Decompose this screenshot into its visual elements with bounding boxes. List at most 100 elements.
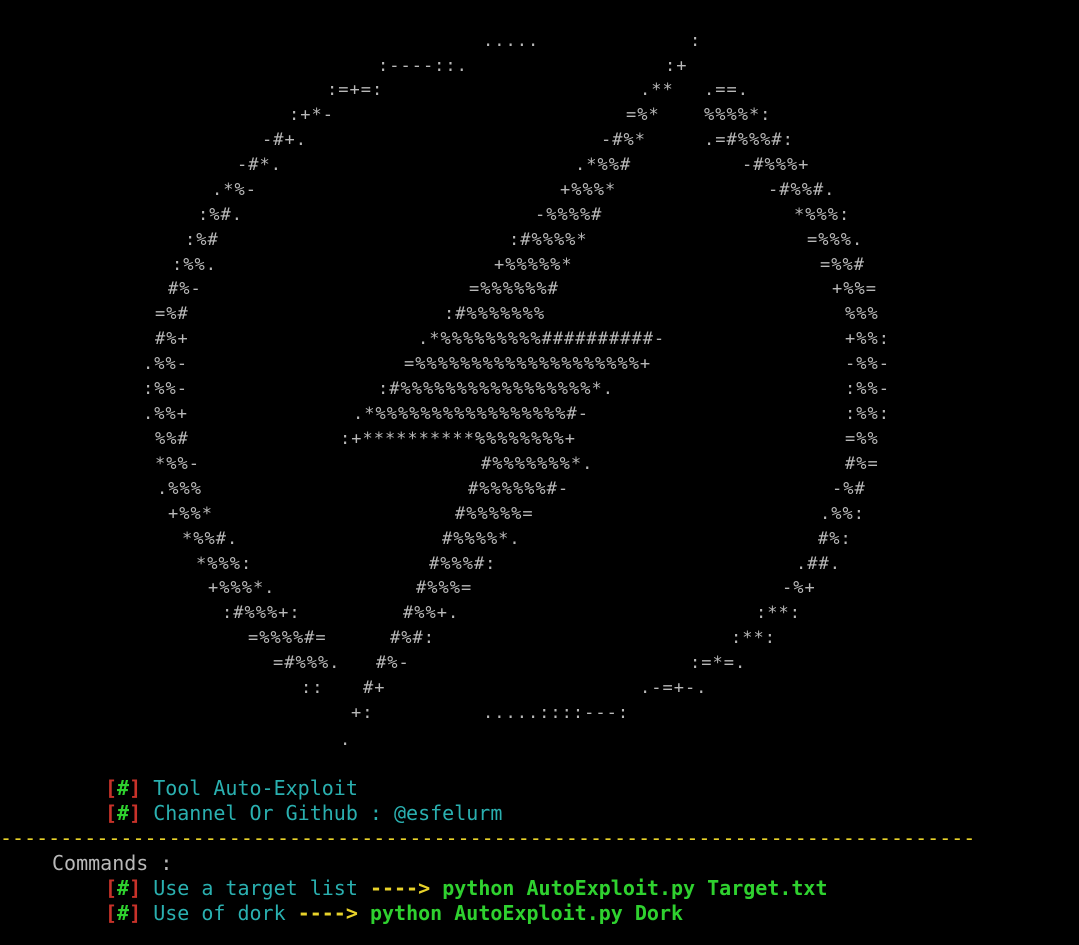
ascii-art-line: %%# [155,429,189,449]
ascii-art-line: :: [301,678,324,698]
ascii-art-line: #%- [376,653,410,673]
ascii-art-line: *%%- [155,454,200,474]
ascii-art-line: *%%%: [196,554,253,574]
info-text: Tool Auto-Exploit [153,776,358,800]
ascii-art-line: .-=+-. [640,678,708,698]
bracket-close: ] [129,776,142,800]
ascii-art-line: #+ [363,678,386,698]
command-row: [#] Use a target list ----> python AutoE… [105,876,828,900]
ascii-art-line: .%%: [820,504,865,524]
ascii-art-line: +%%%*. [208,578,276,598]
ascii-art-line: :+ [665,56,688,76]
ascii-art-line: %%%%*: [704,105,772,125]
ascii-art-line: #%%%= [416,578,473,598]
command-arrow: ----> [297,901,358,925]
bracket-open: [ [105,876,118,900]
ascii-art-line: :#%%%%%%% [444,304,546,324]
ascii-art-line: :=+=: [327,80,384,100]
ascii-art-line: *%%%: [794,205,851,225]
ascii-art-line: -#%%#. [768,180,836,200]
ascii-art-line: :%%: [845,404,890,424]
bracket-open: [ [105,801,118,825]
ascii-art-line: =%%%%#= [248,628,327,648]
command-row: [#] Use of dork ----> python AutoExploit… [105,901,683,925]
command-text: python AutoExploit.py Dork [369,901,684,925]
ascii-art-line: =%%%. [807,230,864,250]
info-line-tool: [#] Tool Auto-Exploit [105,776,358,800]
bracket-open: [ [105,776,118,800]
ascii-art-line: :#%%%%* [509,230,588,250]
terminal-window: ..... : :----::. :+ :=+=: .** .==. :+*- … [0,0,1079,945]
ascii-art-line: -%%- [845,354,890,374]
ascii-art-line: : [690,31,702,51]
ascii-art-line: +%%* [168,504,213,524]
bracket-close: ] [129,801,142,825]
command-label: Use a target list [153,876,358,900]
ascii-art-line: =%%%%%%# [469,279,559,299]
ascii-art-line: ..... [483,31,540,51]
ascii-art-line: :----::. [378,56,468,76]
ascii-art-line: -#+. [262,130,307,150]
ascii-art-line: #%+ [155,329,189,349]
ascii-art-line: #%%%%*. [442,529,521,549]
ascii-art-line: :%#. [198,205,243,225]
ascii-art-line: :#%%%%%%%%%%%%%%%%%*. [378,379,614,399]
ascii-art-line: %%% [845,304,879,324]
ascii-art-line: =%* [626,105,660,125]
ascii-art-line: .%%% [157,479,202,499]
ascii-art-line: :#%%%+: [222,603,301,623]
ascii-art-line: -#%%%+ [742,155,810,175]
ascii-art-line: .....::::---: [483,703,630,723]
hash-marker: # [117,876,130,900]
ascii-art-line: *%%#. [182,529,239,549]
ascii-art-line: =%% [845,429,879,449]
bracket-close: ] [129,876,142,900]
ascii-art-line: :%%. [172,255,217,275]
bracket-close: ] [129,901,142,925]
separator-line: ----------------------------------------… [0,826,975,850]
ascii-art-line: -%+ [782,578,816,598]
ascii-art-line: -#*. [237,155,282,175]
command-text: python AutoExploit.py Target.txt [442,876,828,900]
ascii-art-line: +%%= [832,279,877,299]
ascii-art-line: .=#%%%#: [704,130,794,150]
ascii-art-line: #%%%%%= [455,504,534,524]
info-text: Channel Or Github : @esfelurm [153,801,503,825]
ascii-art-line: :=*=. [690,653,747,673]
ascii-art-line: :%# [185,230,219,250]
ascii-art-line: +: [351,703,374,723]
ascii-art-line: :**: [756,603,801,623]
ascii-art-line: =%%%%%%%%%%%%%%%%%%%%+ [404,354,652,374]
ascii-art-line: #%#: [390,628,435,648]
ascii-art-line: .*%- [212,180,257,200]
ascii-art-logo: ..... : :----::. :+ :=+=: .** .==. :+*- … [0,0,1079,760]
ascii-art-line: .*%%%%%%%%%%%%%%%%%#- [353,404,589,424]
ascii-art-line: +%%%* [560,180,617,200]
ascii-art-line: .%%+ [143,404,188,424]
command-arrow: ----> [369,876,431,900]
ascii-art-line: .*%%# [575,155,632,175]
ascii-art-line: :**: [731,628,776,648]
command-label: Use of dork [153,901,286,925]
hash-marker: # [117,901,130,925]
hash-marker: # [117,776,130,800]
ascii-art-line: #%%+. [403,603,460,623]
ascii-art-line: -%%%%# [535,205,603,225]
ascii-art-line: :%%- [143,379,188,399]
ascii-art-line: :%%- [845,379,890,399]
ascii-art-line: #%= [845,454,879,474]
ascii-art-line: #%: [818,529,852,549]
commands-header: Commands : [52,851,173,875]
ascii-art-line: -%# [832,479,866,499]
ascii-art-line: . [340,730,352,750]
ascii-art-line: :+**********%%%%%%%%+ [340,429,576,449]
ascii-art-line: .** [640,80,674,100]
ascii-art-line: .##. [796,554,841,574]
ascii-art-line: .%%- [143,354,188,374]
ascii-art-line: -#%* [601,130,646,150]
ascii-art-line: +%%: [845,329,890,349]
ascii-art-line: #%%%%%%#- [468,479,570,499]
info-line-channel: [#] Channel Or Github : @esfelurm [105,801,502,825]
ascii-art-line: #%%%#: [429,554,497,574]
ascii-art-line: #%%%%%%%*. [481,454,594,474]
